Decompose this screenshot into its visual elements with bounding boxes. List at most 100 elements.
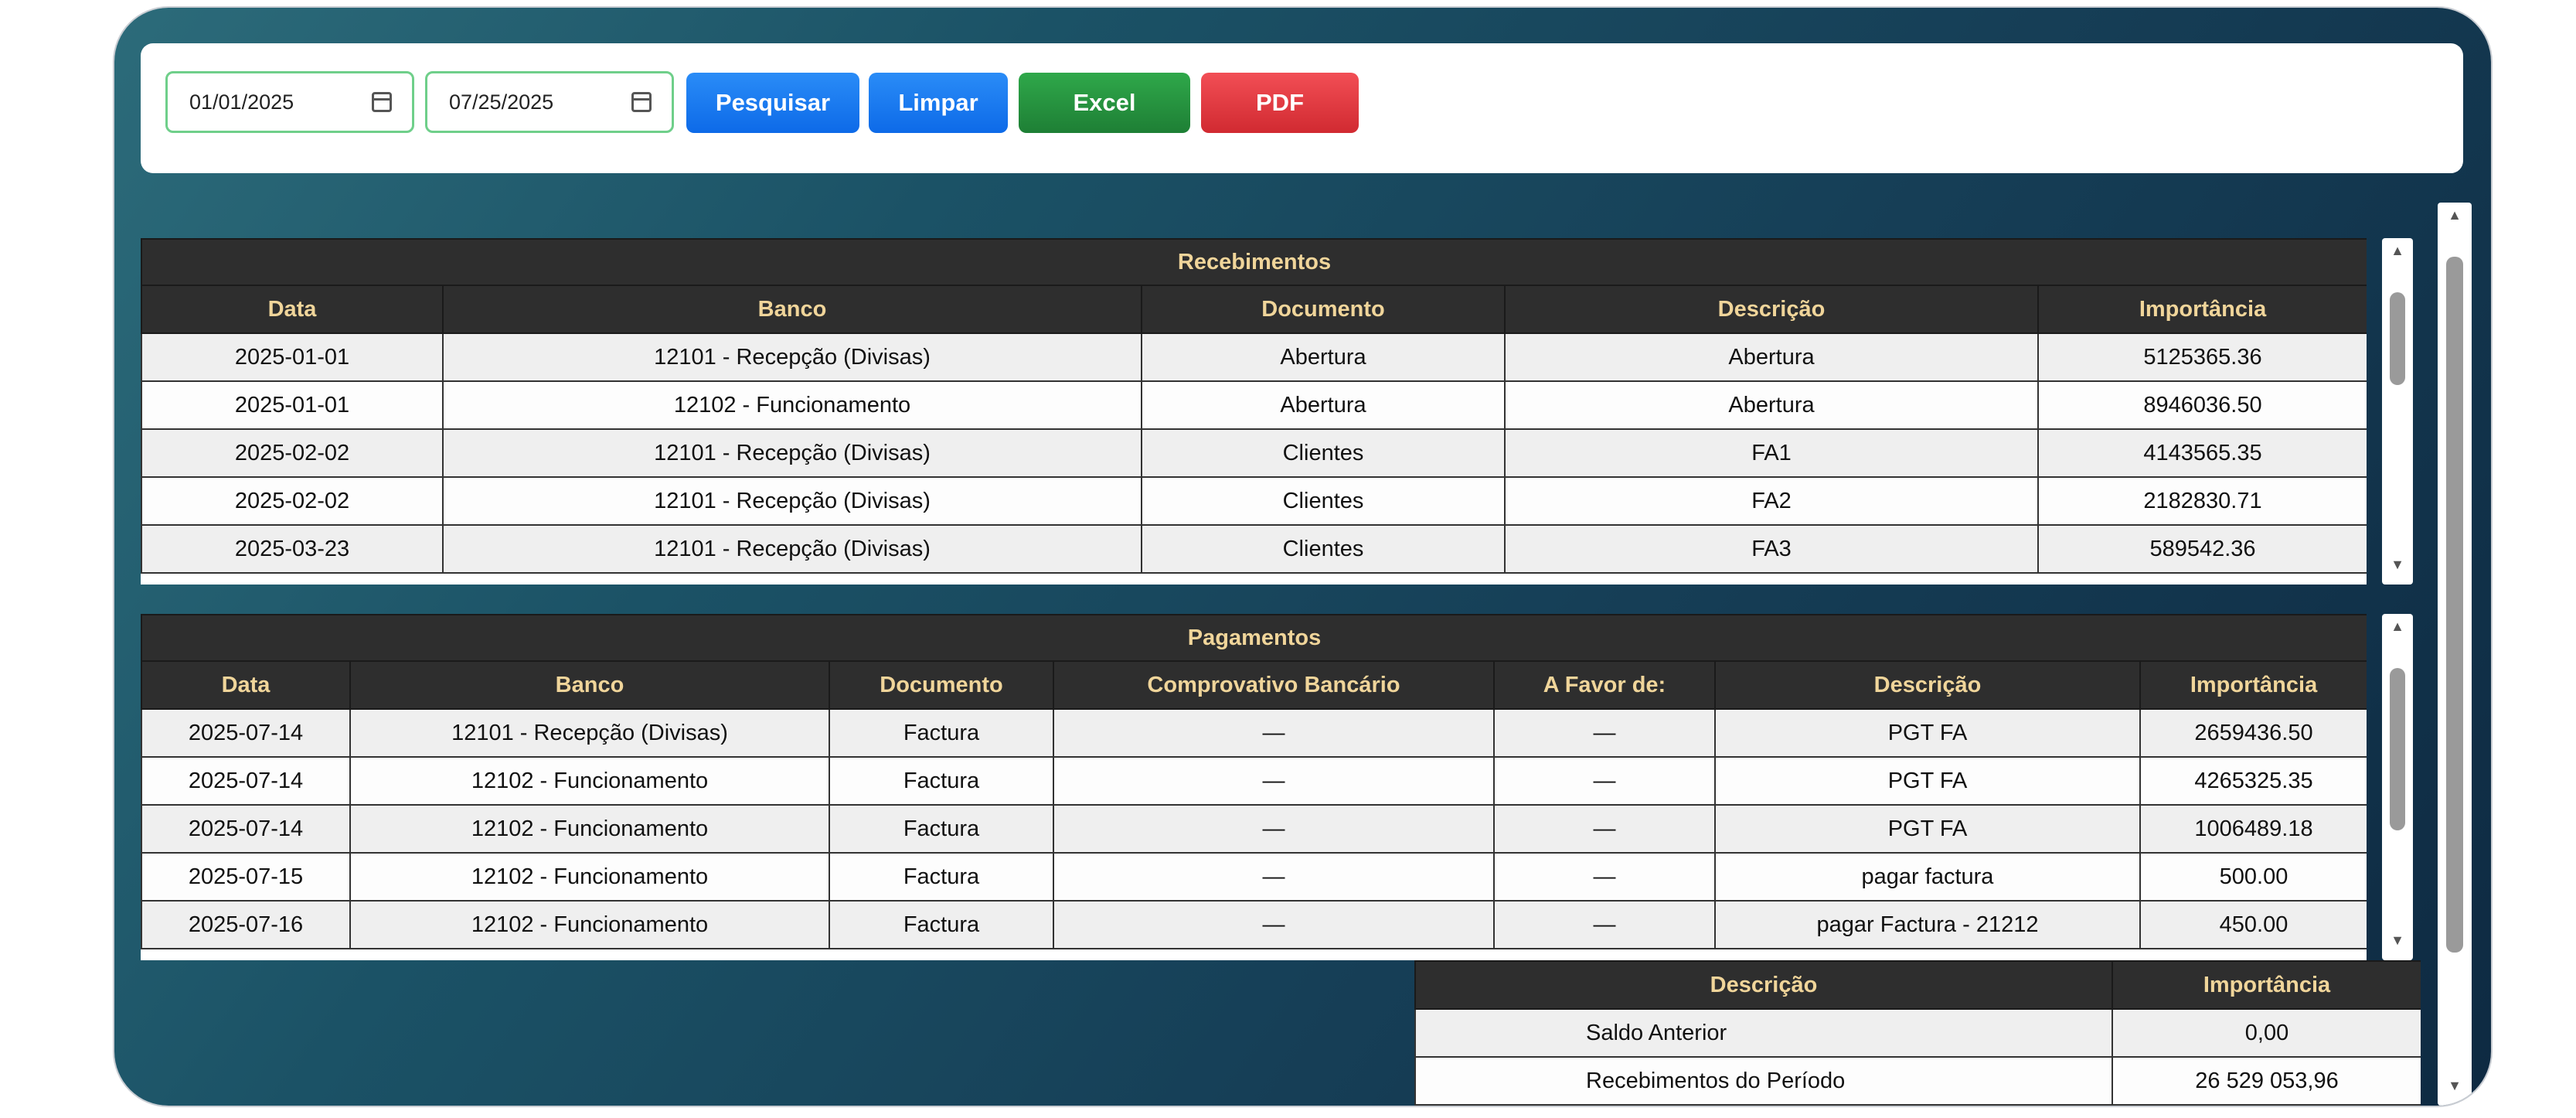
column-header[interactable]: Descrição <box>1504 285 2039 334</box>
cell-document: Factura <box>829 852 1054 902</box>
receipts-title: Recebimentos <box>141 238 2367 286</box>
cell-receipt: — <box>1053 900 1495 949</box>
table-row[interactable]: 2025-01-01 12102 - Funcionamento Abertur… <box>141 380 2367 430</box>
cell-amount: 26 529 053,96 <box>2112 1056 2421 1106</box>
date-to-input[interactable]: 07/25/2025 <box>425 71 674 133</box>
scroll-down-icon[interactable]: ▼ <box>2438 1078 2472 1101</box>
date-to-value: 07/25/2025 <box>449 90 554 114</box>
cell-receipt: — <box>1053 756 1495 806</box>
payments-title: Pagamentos <box>141 614 2367 662</box>
cell-document: Abertura <box>1141 380 1506 430</box>
cell-description: PGT FA <box>1714 756 2141 806</box>
receipts-scrollbar[interactable]: ▲ ▼ <box>2382 238 2413 585</box>
table-row[interactable]: 2025-07-14 12102 - Funcionamento Factura… <box>141 804 2367 854</box>
summary-table-container[interactable]: Descrição Importância Saldo Anterior 0,0… <box>1414 960 2421 1106</box>
cell-bank: 12102 - Funcionamento <box>442 380 1142 430</box>
cell-receipt: — <box>1053 804 1495 854</box>
cell-amount: 450.00 <box>2139 900 2367 949</box>
column-header[interactable]: Descrição <box>1414 960 2113 1010</box>
cell-document: Factura <box>829 900 1054 949</box>
scroll-down-icon[interactable]: ▼ <box>2382 932 2413 956</box>
table-row[interactable]: 2025-01-01 12101 - Recepção (Divisas) Ab… <box>141 332 2367 382</box>
date-from-input[interactable]: 01/01/2025 <box>165 71 414 133</box>
page-scrollbar[interactable]: ▲ ▼ <box>2438 203 2472 1106</box>
payments-scrollbar[interactable]: ▲ ▼ <box>2382 614 2413 960</box>
cell-description: PGT FA <box>1714 804 2141 854</box>
cell-document: Factura <box>829 804 1054 854</box>
cell-description: PGT FA <box>1714 708 2141 758</box>
cell-document: Abertura <box>1141 332 1506 382</box>
cell-beneficiary: — <box>1493 900 1716 949</box>
receipts-table-container[interactable]: Recebimentos Data Banco Documento Descri… <box>141 238 2367 585</box>
table-row[interactable]: Recebimentos do Período 26 529 053,96 <box>1414 1056 2421 1106</box>
column-header[interactable]: Data <box>141 660 351 710</box>
column-header[interactable]: Importância <box>2139 660 2367 710</box>
cell-bank: 12101 - Recepção (Divisas) <box>349 708 830 758</box>
cell-bank: 12101 - Recepção (Divisas) <box>442 428 1142 478</box>
table-row[interactable]: 2025-07-16 12102 - Funcionamento Factura… <box>141 900 2367 949</box>
cell-receipt: — <box>1053 852 1495 902</box>
search-button[interactable]: Pesquisar <box>686 73 859 133</box>
table-row[interactable]: 2025-02-02 12101 - Recepção (Divisas) Cl… <box>141 476 2367 526</box>
cell-amount: 4265325.35 <box>2139 756 2367 806</box>
cell-description: Abertura <box>1504 380 2039 430</box>
column-header[interactable]: Documento <box>1141 285 1506 334</box>
clear-button[interactable]: Limpar <box>869 73 1008 133</box>
cell-description: FA3 <box>1504 524 2039 574</box>
receipts-table: Recebimentos Data Banco Documento Descri… <box>141 238 2367 574</box>
date-from-value: 01/01/2025 <box>189 90 294 114</box>
report-panel: 01/01/2025 07/25/2025 Pesquisar Limpar E… <box>114 8 2491 1106</box>
table-row[interactable]: Saldo Anterior 0,00 <box>1414 1008 2421 1058</box>
cell-bank: 12102 - Funcionamento <box>349 804 830 854</box>
cell-amount: 589542.36 <box>2037 524 2367 574</box>
table-row[interactable]: 2025-07-14 12101 - Recepção (Divisas) Fa… <box>141 708 2367 758</box>
cell-bank: 12102 - Funcionamento <box>349 756 830 806</box>
payments-table-container[interactable]: Pagamentos Data Banco Documento Comprova… <box>141 614 2367 960</box>
cell-amount: 4143565.35 <box>2037 428 2367 478</box>
column-header[interactable]: Importância <box>2112 960 2421 1010</box>
table-row[interactable]: 2025-03-23 12101 - Recepção (Divisas) Cl… <box>141 524 2367 574</box>
cell-bank: 12102 - Funcionamento <box>349 852 830 902</box>
cell-description: Abertura <box>1504 332 2039 382</box>
scroll-down-icon[interactable]: ▼ <box>2382 557 2413 580</box>
cell-document: Clientes <box>1141 476 1506 526</box>
cell-date: 2025-03-23 <box>141 524 444 574</box>
cell-beneficiary: — <box>1493 852 1716 902</box>
cell-description: pagar factura <box>1714 852 2141 902</box>
scroll-up-icon[interactable]: ▲ <box>2438 207 2472 230</box>
column-header[interactable]: Banco <box>349 660 830 710</box>
cell-description: FA1 <box>1504 428 2039 478</box>
calendar-icon[interactable] <box>372 92 392 112</box>
column-header[interactable]: Banco <box>442 285 1142 334</box>
calendar-icon[interactable] <box>631 92 652 112</box>
cell-document: Factura <box>829 756 1054 806</box>
cell-date: 2025-07-14 <box>141 708 351 758</box>
cell-bank: 12101 - Recepção (Divisas) <box>442 332 1142 382</box>
scrollbar-thumb[interactable] <box>2446 257 2463 953</box>
cell-document: Factura <box>829 708 1054 758</box>
scroll-up-icon[interactable]: ▲ <box>2382 619 2413 642</box>
cell-document: Clientes <box>1141 428 1506 478</box>
column-header[interactable]: Descrição <box>1714 660 2141 710</box>
table-row[interactable]: 2025-02-02 12101 - Recepção (Divisas) Cl… <box>141 428 2367 478</box>
scrollbar-thumb[interactable] <box>2390 668 2405 830</box>
cell-amount: 2659436.50 <box>2139 708 2367 758</box>
table-row[interactable]: 2025-07-14 12102 - Funcionamento Factura… <box>141 756 2367 806</box>
excel-export-button[interactable]: Excel <box>1019 73 1190 133</box>
pdf-export-button[interactable]: PDF <box>1201 73 1359 133</box>
scroll-up-icon[interactable]: ▲ <box>2382 243 2413 266</box>
column-header[interactable]: Comprovativo Bancário <box>1053 660 1495 710</box>
cell-description: Saldo Anterior <box>1414 1008 2113 1058</box>
filter-toolbar: 01/01/2025 07/25/2025 Pesquisar Limpar E… <box>141 43 2463 173</box>
cell-amount: 8946036.50 <box>2037 380 2367 430</box>
column-header[interactable]: A Favor de: <box>1493 660 1716 710</box>
column-header[interactable]: Importância <box>2037 285 2367 334</box>
column-header[interactable]: Documento <box>829 660 1054 710</box>
cell-date: 2025-07-15 <box>141 852 351 902</box>
cell-amount: 2182830.71 <box>2037 476 2367 526</box>
column-header[interactable]: Data <box>141 285 444 334</box>
scrollbar-thumb[interactable] <box>2390 292 2405 385</box>
cell-bank: 12101 - Recepção (Divisas) <box>442 476 1142 526</box>
cell-bank: 12102 - Funcionamento <box>349 900 830 949</box>
table-row[interactable]: 2025-07-15 12102 - Funcionamento Factura… <box>141 852 2367 902</box>
